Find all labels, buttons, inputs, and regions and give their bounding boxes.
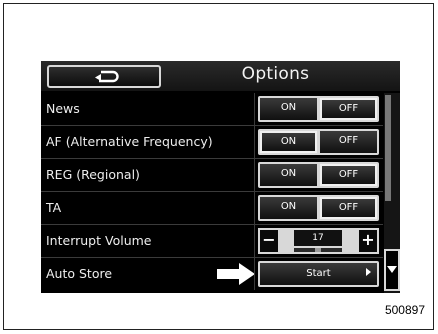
volume-decrease-button[interactable]: − [258,228,280,254]
chevron-down-icon [387,266,397,273]
figure-frame: Options News ON OFF AF (Alternative Freq… [3,3,434,330]
news-toggle: ON OFF [258,96,379,122]
option-label: Interrupt Volume [46,233,152,248]
ta-off-button[interactable]: OFF [320,197,377,219]
scrollbar-thumb[interactable] [385,95,391,201]
start-label: Start [260,263,377,285]
volume-level-fill [314,248,322,252]
options-list: News ON OFF AF (Alternative Frequency) O… [41,93,383,290]
news-on-button[interactable]: ON [260,98,317,120]
option-label: Auto Store [46,266,113,281]
volume-value: 17 [294,230,342,246]
interrupt-volume-stepper: − 17 + [258,228,379,254]
back-button[interactable] [47,65,161,88]
ta-on-button[interactable]: ON [260,197,317,219]
row-divider [254,258,255,290]
option-label: AF (Alternative Frequency) [46,134,213,149]
option-row-af: AF (Alternative Frequency) ON OFF [41,126,383,159]
option-label: REG (Regional) [46,167,140,182]
reg-on-button[interactable]: ON [260,164,317,186]
page-title: Options [241,64,310,84]
row-divider [254,192,255,224]
play-triangle-icon [366,268,371,276]
volume-increase-button[interactable]: + [357,228,379,254]
option-row-auto-store: Auto Store Start [41,258,383,290]
scroll-down-button[interactable] [384,249,400,291]
option-row-reg: REG (Regional) ON OFF [41,159,383,192]
options-screen: Options News ON OFF AF (Alternative Freq… [41,61,400,293]
option-row-interrupt-volume: Interrupt Volume − 17 + [41,225,383,258]
auto-store-start-button[interactable]: Start [258,261,379,287]
option-row-ta: TA ON OFF [41,192,383,225]
news-off-button[interactable]: OFF [320,98,377,120]
volume-value-display: 17 [280,228,357,254]
header-bar: Options [41,61,400,91]
back-arrow-icon [95,70,119,83]
af-on-button[interactable]: ON [260,131,317,153]
reg-toggle: ON OFF [258,162,379,188]
ta-toggle: ON OFF [258,195,379,221]
volume-level-bar [294,248,342,252]
row-divider [254,126,255,158]
af-toggle: ON OFF [258,129,379,155]
row-divider [254,225,255,257]
row-divider [254,159,255,191]
pointer-arrow-icon [217,263,255,285]
figure-number: 500897 [384,303,425,317]
option-row-news: News ON OFF [41,93,383,126]
af-off-button[interactable]: OFF [320,131,377,153]
option-label: TA [46,200,62,215]
reg-off-button[interactable]: OFF [320,164,377,186]
option-label: News [46,101,80,116]
row-divider [254,93,255,125]
